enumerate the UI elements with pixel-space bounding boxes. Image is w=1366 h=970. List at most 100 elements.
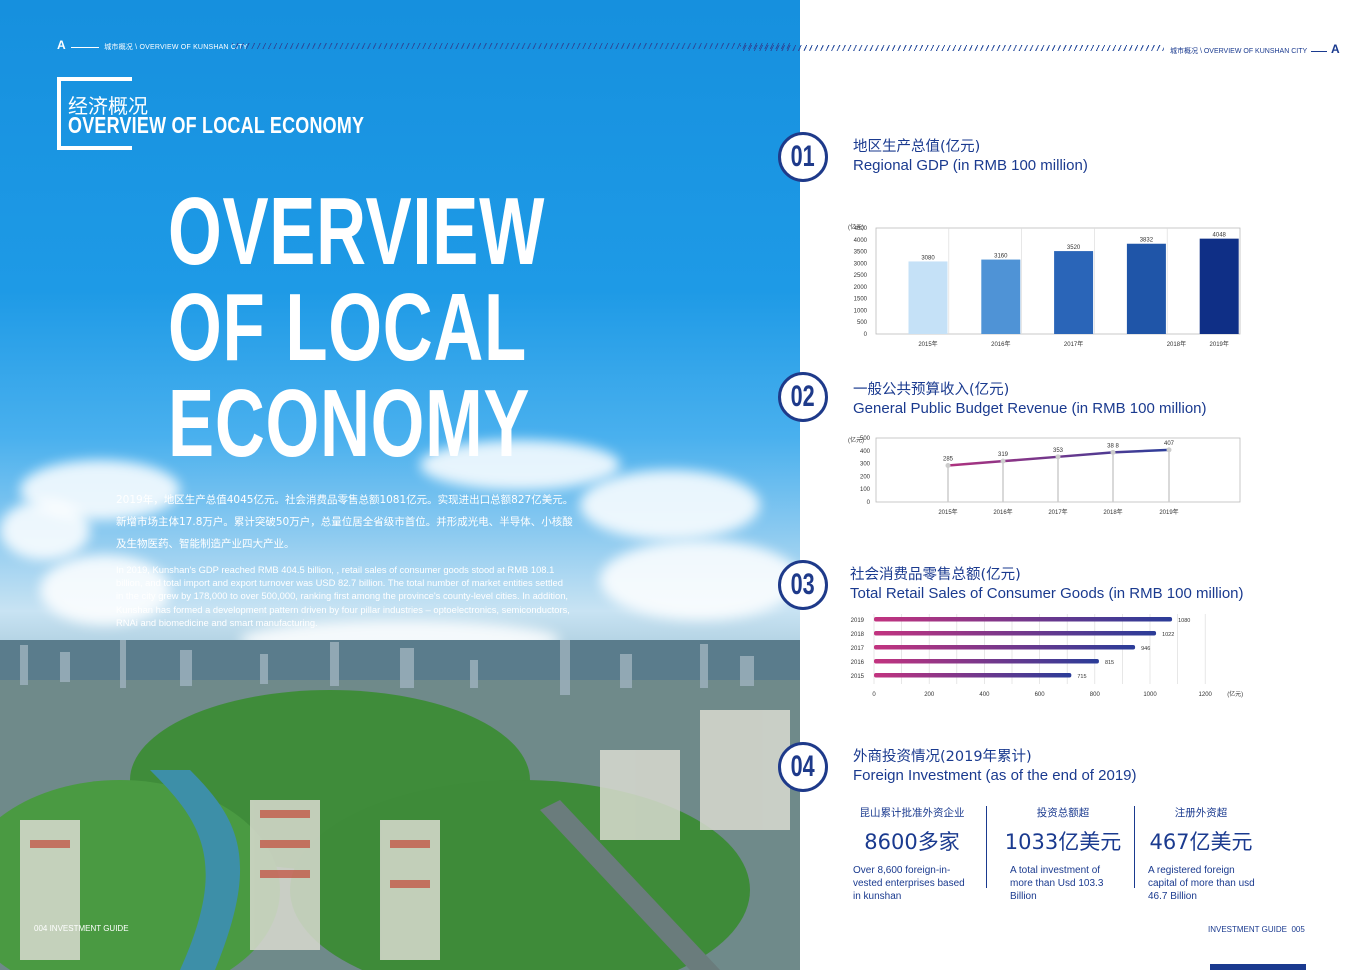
divider bbox=[1134, 806, 1135, 888]
bar bbox=[874, 617, 1173, 622]
y-tick-label: 400 bbox=[860, 449, 871, 455]
section-number-01: 01 bbox=[778, 132, 828, 182]
bar bbox=[1199, 238, 1239, 334]
paragraph-cn: 2019年，地区生产总值4045亿元。社会消费品零售总额1081亿元。实现进出口… bbox=[116, 494, 574, 550]
big-title-line-1: OVERVIEW bbox=[168, 178, 546, 285]
bar bbox=[874, 645, 1136, 650]
section-number-04: 04 bbox=[778, 742, 828, 792]
section-title-cn: 外商投资情况(2019年累计) bbox=[853, 749, 1032, 765]
footer-bar bbox=[1210, 964, 1306, 970]
x-tick-label: 2019年 bbox=[1210, 340, 1229, 348]
data-label: 38 8 bbox=[1107, 443, 1119, 449]
section-title-en: Regional GDP (in RMB 100 million) bbox=[853, 157, 1088, 174]
hatch-rule-right bbox=[740, 45, 1164, 51]
running-head-left: A 城市概况 \ OVERVIEW OF KUNSHAN CITY bbox=[57, 38, 248, 52]
divider bbox=[71, 46, 100, 48]
paragraph-en: In 2019, Kunshan's GDP reached RMB 404.5… bbox=[116, 564, 570, 628]
fi-head: 投资总额超 bbox=[1036, 807, 1090, 819]
page-footer-left: 004 INVESTMENT GUIDE bbox=[34, 924, 129, 933]
y-tick-label: 100 bbox=[860, 487, 871, 493]
x-unit-label: (亿元) bbox=[1227, 690, 1243, 698]
data-point bbox=[945, 463, 951, 469]
section-title-cn: 一般公共预算收入(亿元) bbox=[853, 382, 1010, 398]
data-label: 946 bbox=[1141, 646, 1150, 652]
y-tick-label: 500 bbox=[860, 436, 871, 442]
data-label: 407 bbox=[1164, 441, 1175, 447]
bar bbox=[874, 673, 1072, 678]
y-tick-label: 2016 bbox=[851, 660, 865, 666]
big-title-line-3: ECONOMY bbox=[168, 370, 531, 477]
y-tick-label: 2500 bbox=[854, 273, 868, 279]
hatch-rule bbox=[232, 43, 792, 49]
section-title-cn: 社会消费品零售总额(亿元) bbox=[850, 567, 1021, 583]
y-tick-label: 2019 bbox=[851, 618, 865, 624]
data-label: 1022 bbox=[1162, 632, 1174, 638]
bar bbox=[874, 659, 1099, 664]
x-tick-label: 2018年 bbox=[1167, 340, 1186, 348]
section-number-03: 03 bbox=[778, 560, 828, 610]
bar bbox=[874, 631, 1157, 636]
x-tick-label: 400 bbox=[979, 692, 990, 698]
data-point bbox=[1166, 447, 1172, 453]
section-letter: A bbox=[1330, 42, 1340, 56]
y-tick-label: 300 bbox=[860, 462, 871, 468]
fi-desc: A registered foreign capital of more tha… bbox=[1148, 865, 1255, 902]
y-tick-label: 3000 bbox=[854, 261, 868, 267]
section-letter: A bbox=[57, 38, 66, 52]
y-tick-label: 1000 bbox=[854, 308, 868, 314]
budget-line-chart: (亿元)01002003004005002852015年3192016年3532… bbox=[848, 436, 1241, 516]
data-label: 1080 bbox=[1178, 618, 1190, 624]
y-tick-label: 2000 bbox=[854, 285, 868, 291]
section-title-en: Foreign Investment (as of the end of 201… bbox=[853, 767, 1137, 784]
y-tick-label: 0 bbox=[867, 500, 871, 506]
x-tick-label: 2015年 bbox=[918, 340, 937, 348]
section-title-en: General Public Budget Revenue (in RMB 10… bbox=[853, 400, 1207, 417]
bar bbox=[1054, 251, 1094, 334]
y-tick-label: 200 bbox=[860, 474, 871, 480]
x-tick-label: 2017年 bbox=[1064, 340, 1083, 348]
gdp-bar-chart: (亿元)050010001500200025003000350040004500… bbox=[848, 223, 1241, 348]
cloud bbox=[600, 540, 800, 620]
data-label: 3832 bbox=[1140, 238, 1154, 244]
section-title-en: OVERVIEW OF LOCAL ECONOMY bbox=[68, 112, 365, 138]
running-head-cn: 城市概况 bbox=[104, 44, 133, 51]
x-tick-label: 2016年 bbox=[991, 340, 1010, 348]
x-tick-label: 2017年 bbox=[1048, 508, 1067, 516]
data-label: 815 bbox=[1105, 660, 1114, 666]
y-tick-label: 3500 bbox=[854, 250, 868, 256]
y-tick-label: 4500 bbox=[854, 226, 868, 232]
data-point bbox=[1055, 454, 1061, 460]
section-title-cn: 地区生产总值(亿元) bbox=[853, 139, 981, 155]
fi-head: 昆山累计批准外资企业 bbox=[859, 807, 965, 819]
page-footer-right: INVESTMENT GUIDE 005 bbox=[1208, 925, 1305, 934]
fi-desc: A total investment of more than Usd 103.… bbox=[1010, 865, 1104, 902]
running-head-right: 城市概况 \ OVERVIEW OF KUNSHAN CITY A bbox=[1170, 42, 1340, 56]
x-tick-label: 2016年 bbox=[993, 508, 1012, 516]
cloud bbox=[0, 500, 90, 560]
data-point bbox=[1110, 449, 1116, 455]
data-label: 285 bbox=[943, 457, 954, 463]
big-title-line-2: OF LOCAL bbox=[168, 274, 527, 381]
divider bbox=[1311, 50, 1327, 52]
data-label: 715 bbox=[1077, 674, 1086, 680]
running-head-en: OVERVIEW OF KUNSHAN CITY bbox=[1203, 48, 1308, 55]
fi-head: 注册外资超 bbox=[1174, 807, 1228, 819]
x-tick-label: 1000 bbox=[1143, 692, 1157, 698]
fi-value: 1033亿美元 bbox=[1004, 830, 1122, 854]
x-tick-label: 2019年 bbox=[1159, 508, 1178, 516]
section-title-en: Total Retail Sales of Consumer Goods (in… bbox=[850, 585, 1244, 602]
y-tick-label: 2015 bbox=[851, 674, 865, 680]
data-label: 3160 bbox=[994, 254, 1008, 260]
section-number-02: 02 bbox=[778, 372, 828, 422]
fi-enterprises: 昆山累计批准外资企业 8600多家 Over 8,600 foreign-in-… bbox=[853, 805, 971, 903]
y-tick-label: 0 bbox=[864, 332, 868, 338]
y-tick-label: 4000 bbox=[854, 238, 868, 244]
fi-desc: Over 8,600 foreign-in-vested enterprises… bbox=[853, 865, 965, 902]
fi-value: 467亿美元 bbox=[1149, 830, 1253, 854]
left-page: A 城市概况 \ OVERVIEW OF KUNSHAN CITY 经济概况 O… bbox=[0, 0, 800, 970]
y-tick-label: 2017 bbox=[851, 646, 865, 652]
bar bbox=[1126, 243, 1166, 334]
x-tick-label: 800 bbox=[1090, 692, 1101, 698]
divider bbox=[986, 806, 987, 888]
data-label: 353 bbox=[1053, 448, 1064, 454]
